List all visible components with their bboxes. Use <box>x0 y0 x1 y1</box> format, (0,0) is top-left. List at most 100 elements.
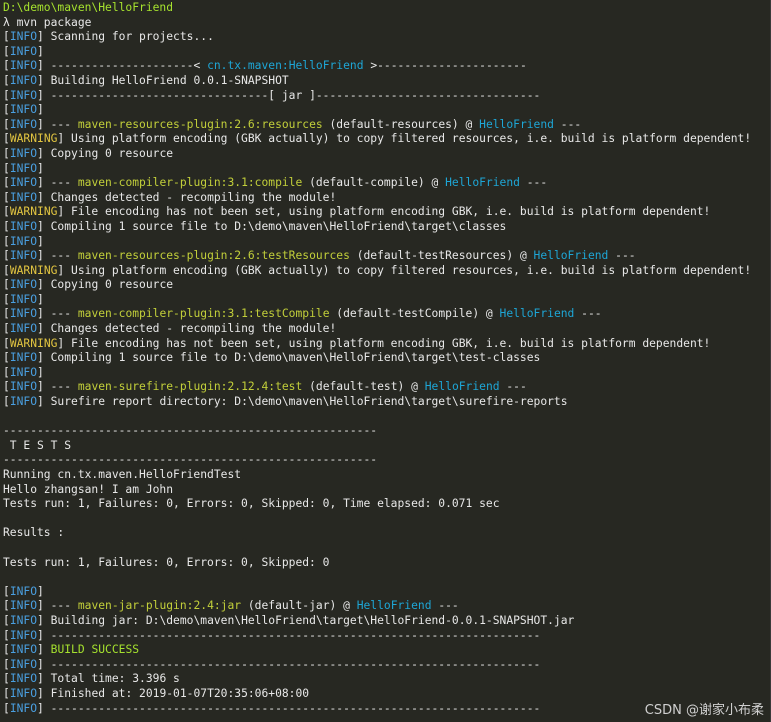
terminal-line: [INFO] --------------------------------[… <box>3 89 770 104</box>
terminal-text-segment: INFO <box>9 657 38 671</box>
terminal-line: [INFO] Changes detected - recompiling th… <box>3 322 770 337</box>
terminal-text-segment: [ <box>3 263 10 277</box>
terminal-text-segment: ] Copying 0 resource <box>37 146 174 160</box>
terminal-text-segment: --- <box>519 176 548 190</box>
terminal-text-segment: [ <box>3 322 10 336</box>
terminal-text-segment: WARNING <box>9 336 58 350</box>
terminal-line: Running cn.tx.maven.HelloFriendTest <box>3 468 770 483</box>
terminal-line: [WARNING] File encoding has not been set… <box>3 205 770 220</box>
terminal-text-segment: T E S T S <box>3 438 72 452</box>
terminal-line: [INFO] <box>3 235 770 250</box>
terminal-text-segment: WARNING <box>9 263 58 277</box>
terminal-line: Tests run: 1, Failures: 0, Errors: 0, Sk… <box>3 497 770 512</box>
terminal-text-segment: [ <box>3 643 10 657</box>
terminal-text-segment: INFO <box>9 365 38 379</box>
terminal-text-segment: ] --------------------------------------… <box>37 628 541 642</box>
terminal-text-segment: HelloFriend <box>445 176 520 190</box>
terminal-text-segment: >---------------------- <box>363 59 527 73</box>
terminal-text-segment: maven-jar-plugin:2.4:jar <box>77 599 242 613</box>
terminal-line: [INFO] Compiling 1 source file to D:\dem… <box>3 220 770 235</box>
terminal-text-segment: ] File encoding has not been set, using … <box>57 336 711 350</box>
terminal-text-segment: INFO <box>9 190 38 204</box>
terminal-text-segment: ] <box>37 292 44 306</box>
terminal-line: Hello zhangsan! I am John <box>3 483 770 498</box>
terminal-text-segment: ] --- <box>37 599 78 613</box>
terminal-line: [INFO] Compiling 1 source file to D:\dem… <box>3 351 770 366</box>
terminal-line: [INFO] --- maven-compiler-plugin:3.1:com… <box>3 176 770 191</box>
terminal-text-segment: INFO <box>9 643 38 657</box>
terminal-text-segment: [ <box>3 395 10 409</box>
terminal-text-segment: maven-resources-plugin:2.6:resources <box>77 117 323 131</box>
terminal-text-segment: INFO <box>9 249 38 263</box>
terminal-line: [INFO] Surefire report directory: D:\dem… <box>3 395 770 410</box>
terminal-output: D:\demo\maven\HelloFriend λ mvn package [I… <box>3 1 770 716</box>
terminal-text-segment: ] Scanning for projects... <box>37 30 214 44</box>
csdn-watermark: CSDN @谢家小布柔 <box>644 703 764 718</box>
terminal-text-segment: INFO <box>9 395 38 409</box>
terminal-text-segment: (default-testResources) @ <box>349 249 534 263</box>
terminal-text-segment: INFO <box>9 44 38 58</box>
terminal-text-segment: [ <box>3 365 10 379</box>
terminal-text-segment: ] Compiling 1 source file to D:\demo\mav… <box>37 219 507 233</box>
terminal-text-segment: ] Changes detected - recompiling the mod… <box>37 322 337 336</box>
terminal-text-segment: [ <box>3 599 10 613</box>
terminal-text-segment: --- <box>574 307 602 321</box>
terminal-line: [INFO] --- maven-resources-plugin:2.6:te… <box>3 249 770 264</box>
terminal-text-segment: (default-jar) @ <box>241 599 357 613</box>
terminal-text-segment: INFO <box>9 701 38 715</box>
terminal-text-segment: [ <box>3 103 10 117</box>
terminal-line: Results : <box>3 526 770 541</box>
terminal-line: D:\demo\maven\HelloFriend <box>3 1 770 16</box>
terminal-text-segment: λ mvn package <box>3 15 92 29</box>
terminal-text-segment: ] --------------------------------------… <box>37 701 541 715</box>
terminal-line: [INFO] Building HelloFriend 0.0.1-SNAPSH… <box>3 74 770 89</box>
terminal-text-segment: [ <box>3 132 10 146</box>
terminal-text-segment: INFO <box>9 117 38 131</box>
terminal-text-segment: ] ---------------------< <box>37 59 208 73</box>
terminal-text-segment: ] <box>37 365 44 379</box>
terminal-line: λ mvn package <box>3 16 770 31</box>
terminal-text-segment: [ <box>3 146 10 160</box>
terminal-text-segment: INFO <box>9 161 38 175</box>
terminal-text-segment: (default-resources) @ <box>322 117 480 131</box>
terminal-text-segment: ] <box>37 643 51 657</box>
terminal-text-segment: INFO <box>9 351 38 365</box>
terminal-text-segment: (default-test) @ <box>302 380 425 394</box>
terminal-text-segment: --- <box>608 249 636 263</box>
terminal-line: [INFO] <box>3 366 770 381</box>
terminal-line: ----------------------------------------… <box>3 453 770 468</box>
terminal-text-segment: --- <box>553 117 582 131</box>
terminal-text-segment: cn.tx.maven:HelloFriend <box>207 59 364 73</box>
terminal-text-segment: [ <box>3 307 10 321</box>
terminal-text-segment: ] Compiling 1 source file to D:\demo\mav… <box>37 351 541 365</box>
terminal-text-segment: ] Finished at: 2019-01-07T20:35:06+08:00 <box>37 686 310 700</box>
terminal-text-segment: [ <box>3 30 10 44</box>
terminal-text-segment: INFO <box>9 278 38 292</box>
terminal-text-segment: [ <box>3 176 10 190</box>
terminal-text-segment: HelloFriend <box>533 249 609 263</box>
terminal-text-segment: INFO <box>9 322 38 336</box>
terminal-text-segment: ] Building jar: D:\demo\maven\HelloFrien… <box>37 613 575 627</box>
terminal-text-segment: INFO <box>9 146 38 160</box>
terminal-text-segment: INFO <box>9 307 38 321</box>
terminal-text-segment: Results : <box>3 526 65 540</box>
terminal-line: [INFO] --- maven-surefire-plugin:2.12.4:… <box>3 380 770 395</box>
terminal-line: [INFO] --- maven-resources-plugin:2.6:re… <box>3 118 770 133</box>
terminal-text-segment: [ <box>3 686 10 700</box>
terminal-window[interactable]: D:\demo\maven\HelloFriend λ mvn package [I… <box>0 0 771 722</box>
terminal-text-segment: ] <box>37 584 44 598</box>
terminal-text-segment: ] Using platform encoding (GBK actually)… <box>57 132 752 146</box>
terminal-text-segment: Running cn.tx.maven.HelloFriendTest <box>3 468 242 481</box>
terminal-text-segment: INFO <box>9 380 38 394</box>
terminal-text-segment: maven-surefire-plugin:2.12.4:test <box>77 380 303 394</box>
terminal-text-segment: ] Surefire report directory: D:\demo\mav… <box>37 395 568 409</box>
terminal-text-segment: [ <box>3 672 10 686</box>
terminal-text-segment: [ <box>3 73 10 87</box>
terminal-text-segment: INFO <box>9 176 38 190</box>
terminal-text-segment: ] <box>37 103 44 117</box>
terminal-text-segment: [ <box>3 351 10 365</box>
terminal-text-segment: --- <box>431 599 459 613</box>
terminal-line: [INFO] --- maven-compiler-plugin:3.1:tes… <box>3 307 770 322</box>
